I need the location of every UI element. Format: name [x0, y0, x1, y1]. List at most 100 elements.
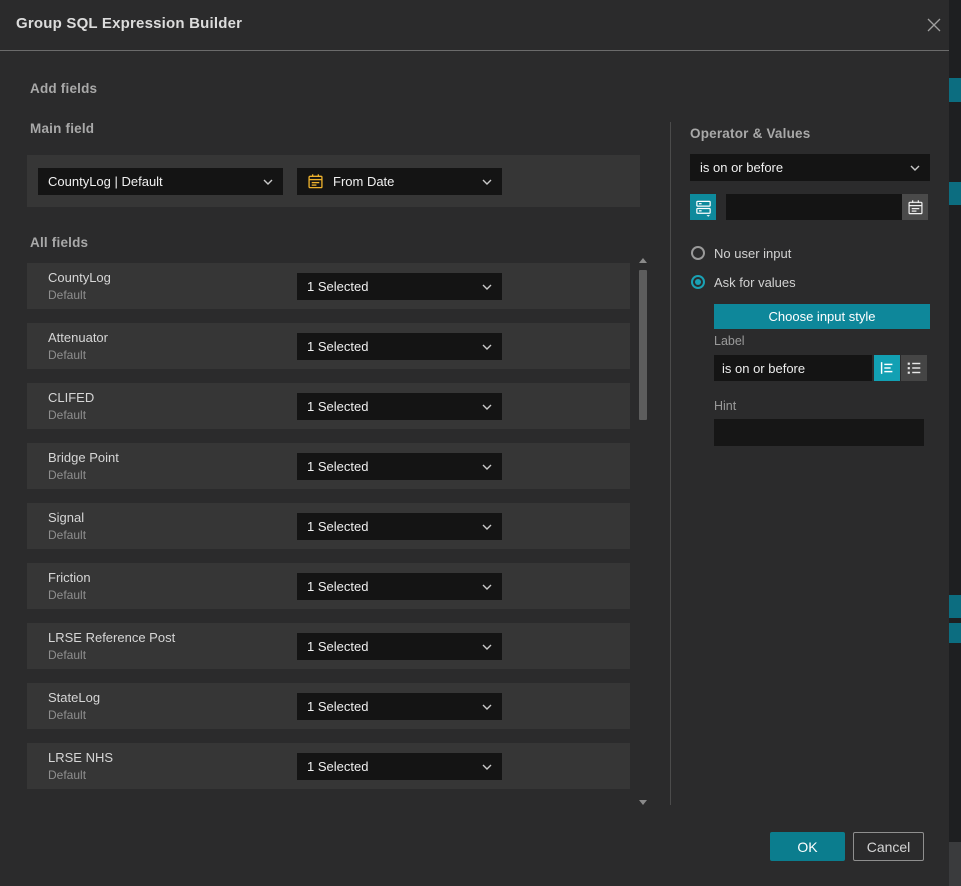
chevron-down-icon: [482, 584, 492, 590]
radio-icon: [691, 275, 705, 289]
field-name: CLIFED: [48, 390, 94, 405]
calendar-icon: [907, 199, 924, 216]
chevron-down-icon: [263, 179, 273, 185]
field-selection-dropdown[interactable]: 1 Selected: [297, 573, 502, 600]
operator-select[interactable]: is on or before: [690, 154, 930, 181]
radio-no-user-input[interactable]: No user input: [691, 245, 791, 261]
field-row: CLIFED Default 1 Selected: [27, 383, 630, 429]
field-name: StateLog: [48, 690, 100, 705]
field-selection-value: 1 Selected: [307, 759, 482, 774]
calendar-icon: [307, 173, 324, 190]
field-selection-value: 1 Selected: [307, 699, 482, 714]
titlebar: Group SQL Expression Builder: [0, 0, 949, 51]
scrollbar-thumb[interactable]: [639, 270, 647, 420]
layer-select[interactable]: CountyLog | Default: [38, 168, 283, 195]
operator-values-heading: Operator & Values: [690, 126, 810, 141]
close-icon: [925, 16, 943, 34]
app-edge-light: [949, 842, 961, 886]
chevron-down-icon: [482, 704, 492, 710]
field-row: Friction Default 1 Selected: [27, 563, 630, 609]
chevron-down-icon: [482, 644, 492, 650]
field-name: Friction: [48, 570, 91, 585]
radio-icon: [691, 246, 705, 260]
main-field-label: Main field: [30, 121, 94, 136]
field-name: Signal: [48, 510, 84, 525]
app-edge-accent: [949, 78, 961, 102]
scrollbar-up-arrow[interactable]: [639, 258, 647, 263]
dialog-title: Group SQL Expression Builder: [16, 15, 242, 32]
field-row: LRSE Reference Post Default 1 Selected: [27, 623, 630, 669]
all-fields-label: All fields: [30, 235, 88, 250]
label-input[interactable]: [714, 355, 872, 381]
main-field-select-value: From Date: [333, 174, 482, 189]
single-line-input-style-button[interactable]: [874, 355, 900, 381]
choose-input-style-button[interactable]: Choose input style: [714, 304, 930, 329]
field-subtitle: Default: [48, 528, 86, 542]
chevron-down-icon: [482, 179, 492, 185]
field-selection-dropdown[interactable]: 1 Selected: [297, 753, 502, 780]
group-sql-expression-builder-dialog: Group SQL Expression Builder Add fields …: [0, 0, 949, 886]
field-selection-value: 1 Selected: [307, 399, 482, 414]
list-input-style-button[interactable]: [901, 355, 927, 381]
ok-button[interactable]: OK: [770, 832, 845, 861]
radio-label: Ask for values: [714, 275, 796, 290]
field-selection-value: 1 Selected: [307, 639, 482, 654]
field-selection-dropdown[interactable]: 1 Selected: [297, 693, 502, 720]
field-subtitle: Default: [48, 408, 86, 422]
field-selection-dropdown[interactable]: 1 Selected: [297, 633, 502, 660]
chevron-down-icon: [482, 764, 492, 770]
add-fields-heading: Add fields: [30, 81, 97, 96]
value-input[interactable]: [726, 194, 902, 220]
field-selection-dropdown[interactable]: 1 Selected: [297, 513, 502, 540]
field-row: Signal Default 1 Selected: [27, 503, 630, 549]
chevron-down-icon: [482, 404, 492, 410]
field-subtitle: Default: [48, 348, 86, 362]
field-name: CountyLog: [48, 270, 111, 285]
bulleted-list-icon: [905, 359, 923, 377]
app-edge-accent: [949, 182, 961, 205]
app-edge-accent: [949, 623, 961, 643]
operator-select-value: is on or before: [700, 160, 910, 175]
field-row: CountyLog Default 1 Selected: [27, 263, 630, 309]
field-row: StateLog Default 1 Selected: [27, 683, 630, 729]
field-selection-dropdown[interactable]: 1 Selected: [297, 453, 502, 480]
field-selection-dropdown[interactable]: 1 Selected: [297, 273, 502, 300]
radio-label: No user input: [714, 246, 791, 261]
scrollbar-down-arrow[interactable]: [639, 800, 647, 805]
date-picker-button[interactable]: [902, 194, 928, 220]
main-field-panel: CountyLog | Default From Date: [27, 155, 640, 207]
field-selection-value: 1 Selected: [307, 279, 482, 294]
align-left-icon: [878, 359, 896, 377]
field-subtitle: Default: [48, 708, 86, 722]
field-subtitle: Default: [48, 648, 86, 662]
main-field-select[interactable]: From Date: [297, 168, 502, 195]
hint-input[interactable]: [714, 419, 924, 446]
field-name: Attenuator: [48, 330, 108, 345]
close-button[interactable]: [919, 10, 949, 40]
field-name: Bridge Point: [48, 450, 119, 465]
layer-select-value: CountyLog | Default: [48, 174, 263, 189]
screen: Group SQL Expression Builder Add fields …: [0, 0, 961, 886]
field-selection-value: 1 Selected: [307, 459, 482, 474]
hint-field-label: Hint: [714, 399, 736, 413]
cancel-button[interactable]: Cancel: [853, 832, 924, 861]
chevron-down-icon: [482, 524, 492, 530]
chevron-down-icon: [482, 284, 492, 290]
field-selection-dropdown[interactable]: 1 Selected: [297, 333, 502, 360]
label-field-label: Label: [714, 334, 745, 348]
field-selection-value: 1 Selected: [307, 339, 482, 354]
field-subtitle: Default: [48, 468, 86, 482]
field-name: LRSE Reference Post: [48, 630, 175, 645]
chevron-down-icon: [482, 344, 492, 350]
app-edge-accent: [949, 595, 961, 618]
value-source-button[interactable]: [690, 194, 716, 220]
all-fields-list: CountyLog Default 1 Selected Attenuator …: [27, 263, 630, 803]
field-selection-dropdown[interactable]: 1 Selected: [297, 393, 502, 420]
chevron-down-icon: [910, 165, 920, 171]
field-subtitle: Default: [48, 288, 86, 302]
field-name: LRSE NHS: [48, 750, 113, 765]
stacked-values-icon: [694, 198, 713, 217]
radio-ask-for-values[interactable]: Ask for values: [691, 274, 796, 290]
chevron-down-icon: [482, 464, 492, 470]
panel-divider: [670, 122, 671, 805]
